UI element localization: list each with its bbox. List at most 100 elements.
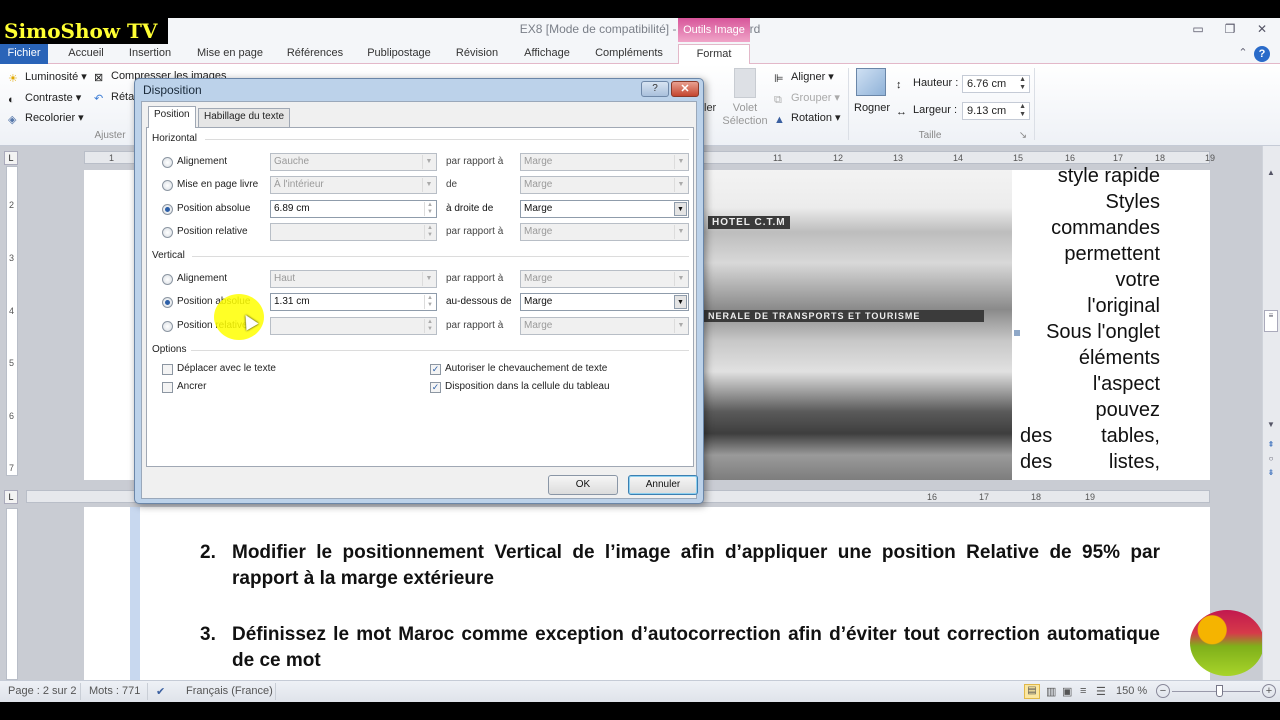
window-title: EX8 [Mode de compatibilité] - Microsoft … <box>519 22 761 36</box>
tab-habillage-du-texte[interactable]: Habillage du texte <box>198 108 291 127</box>
volet-selection-button[interactable]: Volet Sélection <box>720 102 770 128</box>
browse-object-icon[interactable]: ○ <box>1264 454 1278 466</box>
crop-icon <box>856 68 886 96</box>
h-position-absolue-input[interactable]: 6.89 cm ▲ ▼ <box>270 200 437 218</box>
v-absolue-relative-select[interactable]: Marge ▼ <box>520 293 689 311</box>
tab-complements[interactable]: Compléments <box>590 44 668 64</box>
zoom-slider-thumb[interactable] <box>1216 685 1223 697</box>
partial-button-label[interactable]: ler <box>704 102 716 114</box>
spinner-arrows[interactable]: ▲ ▼ <box>424 202 435 216</box>
h-alignement-select[interactable]: Gauche ▼ <box>270 153 437 171</box>
cursor-highlight <box>214 294 264 340</box>
radio-h-position-relative[interactable] <box>162 227 173 238</box>
tab-mise-en-page[interactable]: Mise en page <box>190 44 270 64</box>
v-relative-relative-select[interactable]: Marge ▼ <box>520 317 689 335</box>
scroll-up-icon[interactable]: ▲ <box>1264 168 1278 180</box>
instruction-3: 3. Définissez le mot Maroc comme excepti… <box>200 624 1160 671</box>
group-icon: ⧉ <box>774 94 782 106</box>
previous-page-icon[interactable]: ⇞ <box>1264 440 1278 452</box>
tab-references[interactable]: Références <box>282 44 348 64</box>
contraste-button[interactable]: ◐ Contraste ▾ <box>8 91 81 106</box>
minimize-ribbon-icon[interactable]: ⌃ <box>1236 44 1250 64</box>
help-icon[interactable]: ? <box>1254 46 1270 62</box>
height-icon: ↕ <box>896 79 902 91</box>
zoom-level[interactable]: 150 % <box>1116 685 1147 697</box>
h-livre-relative-select[interactable]: Marge ▼ <box>520 176 689 194</box>
checkbox-autoriser-chevauchement[interactable]: ✓ <box>430 364 441 375</box>
close-window-button[interactable]: ✕ <box>1252 22 1272 38</box>
recolorier-button[interactable]: ◈ Recolorier ▾ <box>8 111 84 126</box>
luminosite-button[interactable]: ☀ Luminosité ▾ <box>8 70 87 85</box>
h-livre-select[interactable]: À l'intérieur ▼ <box>270 176 437 194</box>
tab-revision[interactable]: Révision <box>450 44 504 64</box>
spinner-arrows[interactable]: ▲ ▼ <box>424 225 435 239</box>
dropdown-arrow-icon: ▼ <box>674 155 687 169</box>
largeur-input[interactable]: 9.13 cm ▲ ▼ <box>962 102 1030 120</box>
ok-button[interactable]: OK <box>548 475 618 495</box>
vertical-ruler-lower <box>6 508 18 680</box>
tab-affichage[interactable]: Affichage <box>516 44 578 64</box>
dropdown-arrow-icon: ▼ <box>674 272 687 286</box>
page-count[interactable]: Page : 2 sur 2 <box>8 685 77 697</box>
v-alignement-relative-select[interactable]: Marge ▼ <box>520 270 689 288</box>
aligner-button[interactable]: ⊫ Aligner ▾ <box>774 70 834 85</box>
tab-publipostage[interactable]: Publipostage <box>360 44 438 64</box>
restore-button[interactable]: ❐ <box>1220 22 1240 38</box>
rogner-button[interactable]: Rogner <box>854 102 890 114</box>
h-position-relative-input[interactable]: ▲ ▼ <box>270 223 437 241</box>
zoom-out-button[interactable]: − <box>1156 684 1170 698</box>
scroll-thumb[interactable]: ≡ <box>1264 310 1278 332</box>
dialog-launcher-icon[interactable]: ↘ <box>1018 130 1028 141</box>
hauteur-label: ↕ Hauteur : <box>896 77 959 91</box>
checkbox-disposition-cellule-tableau[interactable]: ✓ <box>430 382 441 393</box>
radio-v-position-absolue[interactable] <box>162 297 173 308</box>
tab-format[interactable]: Format <box>678 44 750 65</box>
grouper-button[interactable]: ⧉ Grouper ▾ <box>774 91 840 106</box>
hauteur-input[interactable]: 6.76 cm ▲ ▼ <box>962 75 1030 93</box>
h-alignement-relative-select[interactable]: Marge ▼ <box>520 153 689 171</box>
vertical-scrollbar[interactable] <box>1262 146 1280 680</box>
group-label-taille: Taille <box>918 130 942 141</box>
h-absolue-relative-select[interactable]: Marge ▼ <box>520 200 689 218</box>
radio-v-position-relative[interactable] <box>162 321 173 332</box>
dialog-close-button[interactable]: ✕ <box>671 81 699 97</box>
v-position-absolue-input[interactable]: 1.31 cm ▲ ▼ <box>270 293 437 311</box>
draft-view-icon[interactable]: ☰ <box>1096 685 1106 698</box>
tab-position[interactable]: Position <box>148 106 196 128</box>
web-layout-icon[interactable]: ▣ <box>1062 685 1072 698</box>
v-position-relative-input[interactable]: ▲ ▼ <box>270 317 437 335</box>
tab-fichier[interactable]: Fichier <box>0 44 48 64</box>
spinner-arrows[interactable]: ▲ ▼ <box>1019 103 1026 119</box>
full-screen-reading-icon[interactable]: ▥ <box>1046 685 1056 698</box>
scroll-down-icon[interactable]: ▼ <box>1264 420 1278 432</box>
v-alignement-select[interactable]: Haut ▼ <box>270 270 437 288</box>
tab-selector-bottom[interactable]: L <box>4 490 18 504</box>
checkbox-deplacer-avec-texte[interactable] <box>162 364 173 375</box>
print-layout-view-icon[interactable]: ▤ <box>1024 684 1040 699</box>
selected-image[interactable]: HOTEL C.T.M NERALE DE TRANSPORTS ET TOUR… <box>704 170 1012 480</box>
rotation-button[interactable]: ▲ Rotation ▾ <box>774 111 841 126</box>
sun-icon: ☀ <box>8 73 18 85</box>
word-count[interactable]: Mots : 771 <box>89 685 140 697</box>
outline-view-icon[interactable]: ≡ <box>1080 685 1086 697</box>
proofing-icon[interactable]: ✔ <box>156 685 165 698</box>
next-page-icon[interactable]: ⇟ <box>1264 468 1278 480</box>
language-indicator[interactable]: Français (France) <box>186 685 273 697</box>
radio-v-alignement[interactable] <box>162 274 173 285</box>
radio-h-mise-en-page-livre[interactable] <box>162 180 173 191</box>
tab-selector-top[interactable]: L <box>4 151 18 165</box>
tab-insertion[interactable]: Insertion <box>122 44 178 64</box>
tab-accueil[interactable]: Accueil <box>60 44 112 64</box>
spinner-arrows[interactable]: ▲ ▼ <box>424 319 435 333</box>
zoom-in-button[interactable]: + <box>1262 684 1276 698</box>
radio-h-position-absolue[interactable] <box>162 204 173 215</box>
h-relative-relative-select[interactable]: Marge ▼ <box>520 223 689 241</box>
spinner-arrows[interactable]: ▲ ▼ <box>424 295 435 309</box>
cancel-button[interactable]: Annuler <box>628 475 698 495</box>
minimize-button[interactable]: ▭ <box>1188 22 1208 38</box>
radio-h-alignement[interactable] <box>162 157 173 168</box>
dialog-help-button[interactable]: ? <box>641 81 669 97</box>
checkbox-ancrer[interactable] <box>162 382 173 393</box>
align-icon: ⊫ <box>774 73 784 85</box>
spinner-arrows[interactable]: ▲ ▼ <box>1019 76 1026 92</box>
